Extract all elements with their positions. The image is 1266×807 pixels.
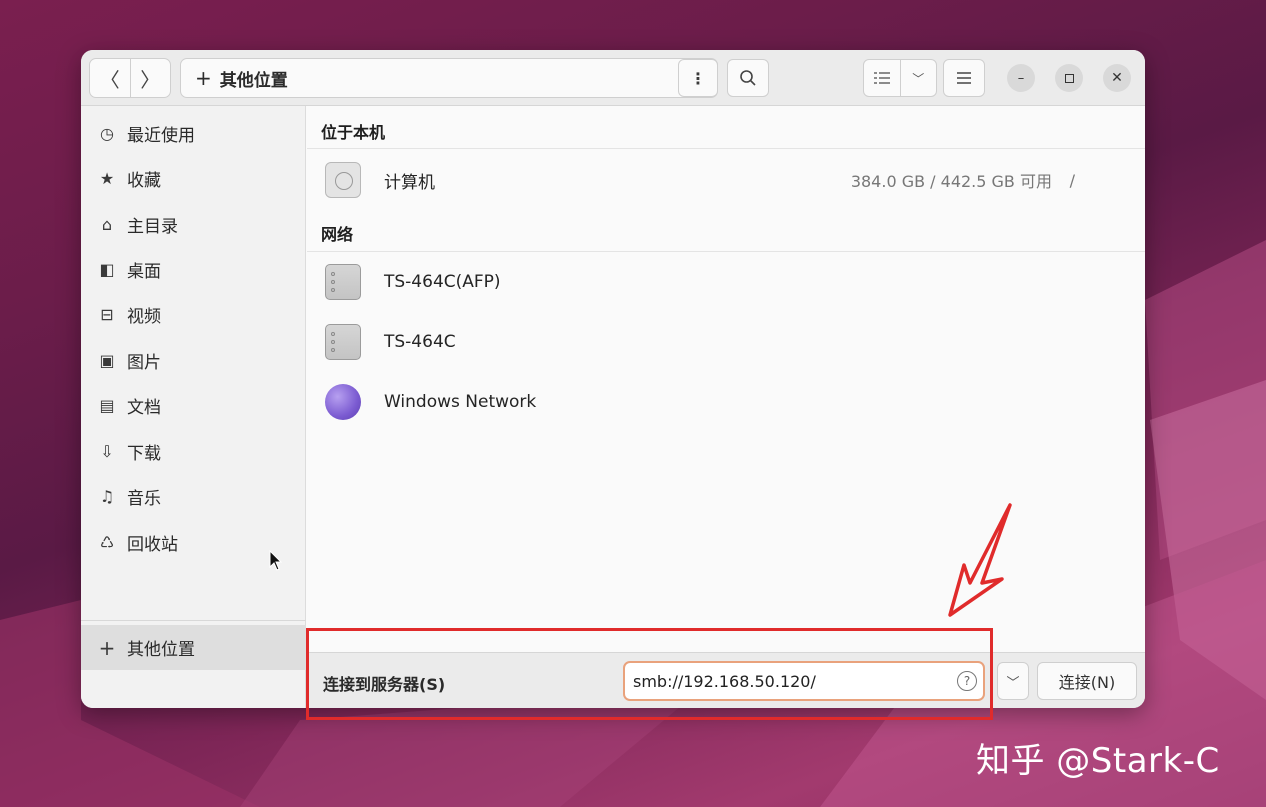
search-icon	[740, 70, 756, 86]
location-name: TS-464C	[384, 332, 456, 352]
trash-icon: ♺	[99, 533, 115, 552]
sidebar-item-label: 回收站	[127, 535, 178, 555]
sidebar-item-recent[interactable]: ◷ 最近使用	[81, 111, 306, 156]
view-options-button[interactable]: ﹀	[901, 60, 937, 96]
sidebar-item-home[interactable]: ⌂ 主目录	[81, 202, 306, 247]
star-icon: ★	[99, 169, 115, 188]
video-icon: ⊟	[100, 305, 114, 324]
back-button[interactable]: 〈	[90, 59, 130, 97]
annotation-highlight-box	[306, 628, 993, 720]
network-row[interactable]: TS-464C	[307, 312, 1145, 372]
sidebar-item-label: 音乐	[127, 489, 161, 509]
view-toggle-group: ﹀	[863, 59, 937, 97]
chevron-down-icon: ﹀	[1006, 675, 1020, 691]
document-icon: ▤	[99, 396, 115, 415]
sidebar-item-downloads[interactable]: ⇩ 下载	[81, 429, 306, 474]
main-menu-button[interactable]	[943, 59, 985, 97]
section-heading-local: 位于本机	[321, 123, 386, 142]
sidebar-item-documents[interactable]: ▤ 文档	[81, 383, 306, 428]
disk-usage: 384.0 GB / 442.5 GB 可用	[850, 172, 1052, 191]
minimize-icon: –	[1017, 70, 1025, 86]
sidebar-item-label: 文档	[127, 398, 161, 418]
plus-icon: +	[195, 66, 212, 90]
sidebar-item-label: 最近使用	[127, 126, 195, 146]
server-icon	[325, 264, 361, 300]
chevron-down-icon: ﹀	[912, 71, 925, 86]
minimize-button[interactable]: –	[1007, 64, 1035, 92]
location-name: TS-464C(AFP)	[384, 272, 501, 292]
home-icon: ⌂	[101, 215, 113, 234]
location-name: 计算机	[384, 172, 435, 193]
maximize-icon	[1064, 73, 1074, 83]
sidebar-item-label: 视频	[127, 307, 161, 327]
sidebar: ◷ 最近使用 ★ 收藏 ⌂ 主目录 ◧ 桌面 ⊟ 视频 ▣ 图片 ▤ 文档 ⇩ 下载 ♫ 音乐 ♺…	[81, 106, 306, 708]
forward-button[interactable]: 〉	[129, 59, 171, 97]
connect-button[interactable]: 连接(N)	[1037, 662, 1137, 700]
sidebar-item-videos[interactable]: ⊟ 视频	[81, 292, 306, 337]
header-bar: 〈 〉 + 其他位置 ⋮ ﹀ – ✕	[81, 50, 1145, 106]
mount-point: /	[1069, 170, 1075, 190]
network-row[interactable]: Windows Network	[307, 372, 1145, 432]
navigation-buttons: 〈 〉	[89, 58, 171, 98]
path-menu-button[interactable]: ⋮	[678, 59, 718, 97]
sidebar-item-label: 其他位置	[127, 640, 195, 660]
search-button[interactable]	[727, 59, 769, 97]
location-name: Windows Network	[384, 392, 537, 412]
picture-icon: ▣	[99, 351, 115, 370]
sidebar-divider	[81, 620, 306, 621]
divider	[307, 148, 1145, 149]
sidebar-item-label: 收藏	[127, 171, 161, 191]
network-row[interactable]: TS-464C(AFP)	[307, 252, 1145, 312]
mouse-pointer-icon	[269, 550, 283, 571]
chevron-right-icon: 〉	[140, 67, 161, 92]
path-label: 其他位置	[219, 70, 288, 91]
location-row-computer[interactable]: 计算机 384.0 GB / 442.5 GB 可用 /	[307, 150, 1145, 210]
server-icon	[325, 324, 361, 360]
plus-icon: +	[98, 635, 116, 660]
music-icon: ♫	[99, 487, 115, 506]
network-globe-icon	[325, 384, 361, 420]
path-bar[interactable]: + 其他位置	[180, 58, 718, 98]
download-icon: ⇩	[100, 442, 114, 461]
section-heading-network: 网络	[321, 225, 354, 244]
sidebar-item-label: 图片	[127, 353, 161, 373]
hard-drive-icon	[325, 162, 361, 198]
clock-icon: ◷	[100, 124, 114, 143]
chevron-left-icon: 〈	[99, 67, 120, 92]
recent-servers-dropdown[interactable]: ﹀	[997, 662, 1029, 700]
maximize-button[interactable]	[1055, 64, 1083, 92]
sidebar-item-label: 下载	[127, 444, 161, 464]
list-view-icon	[873, 72, 890, 84]
sidebar-item-pictures[interactable]: ▣ 图片	[81, 338, 306, 383]
watermark-text: 知乎 @Stark-C	[976, 741, 1220, 781]
close-button[interactable]: ✕	[1103, 64, 1131, 92]
close-icon: ✕	[1111, 70, 1123, 86]
sidebar-item-label: 主目录	[127, 217, 178, 237]
desktop-icon: ◧	[99, 260, 115, 279]
annotation-arrow-icon	[948, 503, 1012, 617]
kebab-menu-icon: ⋮	[690, 68, 706, 88]
sidebar-item-desktop[interactable]: ◧ 桌面	[81, 247, 306, 292]
sidebar-item-music[interactable]: ♫ 音乐	[81, 474, 306, 519]
sidebar-item-other-locations[interactable]: + 其他位置	[81, 625, 306, 670]
sidebar-item-starred[interactable]: ★ 收藏	[81, 156, 306, 201]
list-view-button[interactable]	[864, 60, 901, 96]
sidebar-item-label: 桌面	[127, 262, 161, 282]
hamburger-menu-icon	[957, 72, 971, 84]
